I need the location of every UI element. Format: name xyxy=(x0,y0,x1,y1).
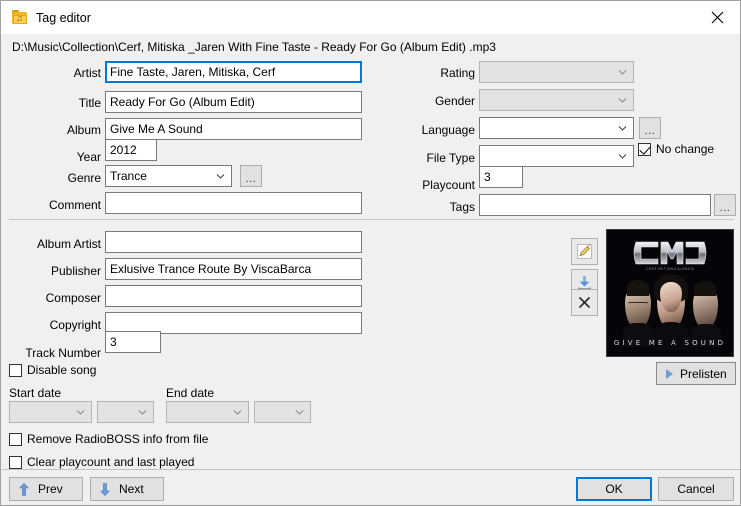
end-time-combo[interactable] xyxy=(254,401,311,423)
clear-playcount-checkbox[interactable]: Clear playcount and last played xyxy=(9,455,194,469)
ok-button[interactable]: OK xyxy=(576,477,652,501)
genre-combo[interactable]: Trance xyxy=(105,165,232,187)
cancel-button[interactable]: Cancel xyxy=(658,477,734,501)
chevron-down-icon xyxy=(216,172,225,181)
glasses-left xyxy=(628,302,648,306)
label-album-artist: Album Artist xyxy=(36,237,101,251)
label-publisher: Publisher xyxy=(50,264,101,278)
artist-input[interactable] xyxy=(105,61,362,83)
label-track-number: Track Number xyxy=(25,346,101,360)
rating-combo[interactable] xyxy=(479,61,634,83)
file-type-combo[interactable] xyxy=(479,145,634,167)
no-change-checkbox[interactable]: No change xyxy=(638,142,714,156)
language-browse-button[interactable]: ... xyxy=(639,117,661,139)
window-title: Tag editor xyxy=(36,10,91,25)
section-divider xyxy=(9,219,734,220)
chevron-down-icon xyxy=(233,408,242,417)
remove-radioboss-info-label: Remove RadioBOSS info from file xyxy=(27,432,209,446)
chevron-down-icon xyxy=(618,68,627,77)
pencil-icon xyxy=(577,244,592,259)
footer-divider xyxy=(2,469,740,470)
clear-playcount-label: Clear playcount and last played xyxy=(27,455,195,469)
label-rating: Rating xyxy=(440,66,475,80)
disable-song-label: Disable song xyxy=(27,363,97,377)
disable-song-checkbox[interactable]: Disable song xyxy=(9,363,96,377)
label-file-type: File Type xyxy=(426,151,475,165)
tags-input[interactable] xyxy=(479,194,711,216)
next-button[interactable]: Next xyxy=(90,477,164,501)
ok-label: OK xyxy=(605,482,623,496)
tags-browse-button[interactable]: ... xyxy=(714,194,736,216)
chevron-down-icon xyxy=(138,408,147,417)
label-artist: Artist xyxy=(73,66,101,80)
chevron-down-icon xyxy=(295,408,304,417)
chevron-down-icon xyxy=(618,96,627,105)
label-copyright: Copyright xyxy=(49,318,101,332)
label-playcount: Playcount xyxy=(422,178,475,192)
cancel-label: Cancel xyxy=(677,482,715,496)
label-end-date: End date xyxy=(166,386,215,400)
label-album: Album xyxy=(66,123,101,137)
play-icon xyxy=(666,368,673,379)
close-x-icon xyxy=(578,296,591,309)
no-change-label: No change xyxy=(656,142,715,156)
prev-label: Prev xyxy=(38,482,63,496)
label-composer: Composer xyxy=(45,291,101,305)
genre-browse-button[interactable]: ... xyxy=(240,165,262,187)
label-gender: Gender xyxy=(434,94,475,108)
gender-combo[interactable] xyxy=(479,89,634,111)
chevron-down-icon xyxy=(618,152,627,161)
label-year: Year xyxy=(76,150,101,164)
prelisten-label: Prelisten xyxy=(680,366,727,381)
album-input[interactable] xyxy=(105,118,362,140)
playcount-input[interactable] xyxy=(479,166,523,188)
label-genre: Genre xyxy=(67,171,101,185)
album-artist-input[interactable] xyxy=(105,231,362,253)
file-path: D:\Music\Collection\Cerf, Mitiska _Jaren… xyxy=(2,34,740,59)
chevron-down-icon xyxy=(76,408,85,417)
checkbox-box xyxy=(9,363,22,377)
end-date-combo[interactable] xyxy=(166,401,249,423)
arrow-down-icon xyxy=(100,482,110,496)
prelisten-button[interactable]: Prelisten xyxy=(656,362,736,385)
hair-right xyxy=(694,281,716,296)
album-art-title: GIVE ME A SOUND xyxy=(613,339,727,347)
arrow-up-icon xyxy=(19,482,29,496)
tag-editor-dialog: ♫ Tag editor D:\Music\Collection\Cerf, M… xyxy=(0,0,741,506)
checkbox-box xyxy=(638,142,651,156)
year-input[interactable] xyxy=(105,139,157,161)
title-input[interactable] xyxy=(105,91,362,113)
checkbox-box xyxy=(9,432,22,446)
edit-image-button[interactable] xyxy=(571,238,598,265)
label-language: Language xyxy=(421,123,475,137)
comment-input[interactable] xyxy=(105,192,362,214)
composer-input[interactable] xyxy=(105,285,362,307)
hair-left xyxy=(627,280,649,296)
album-art-subtitle: CERF.MITISKA&JAREN xyxy=(645,267,695,271)
remove-image-button[interactable] xyxy=(571,289,598,316)
album-art[interactable]: CERF.MITISKA&JAREN GIVE ME A SOUND xyxy=(606,229,734,357)
close-icon[interactable] xyxy=(694,1,740,34)
publisher-input[interactable] xyxy=(105,258,362,280)
genre-value: Trance xyxy=(110,169,147,183)
label-start-date: Start date xyxy=(9,386,62,400)
start-date-combo[interactable] xyxy=(9,401,92,423)
cmj-logo-icon xyxy=(633,241,707,265)
title-bar: ♫ Tag editor xyxy=(1,1,740,34)
label-comment: Comment xyxy=(48,198,101,212)
track-number-input[interactable] xyxy=(105,331,161,353)
label-title: Title xyxy=(78,96,101,110)
label-tags: Tags xyxy=(449,200,475,214)
folder-music-icon: ♫ xyxy=(12,9,28,26)
language-combo[interactable] xyxy=(479,117,634,139)
start-time-combo[interactable] xyxy=(97,401,154,423)
remove-radioboss-info-checkbox[interactable]: Remove RadioBOSS info from file xyxy=(9,432,208,446)
next-label: Next xyxy=(119,482,144,496)
prev-button[interactable]: Prev xyxy=(9,477,83,501)
chevron-down-icon xyxy=(618,124,627,133)
checkbox-box xyxy=(9,455,22,469)
